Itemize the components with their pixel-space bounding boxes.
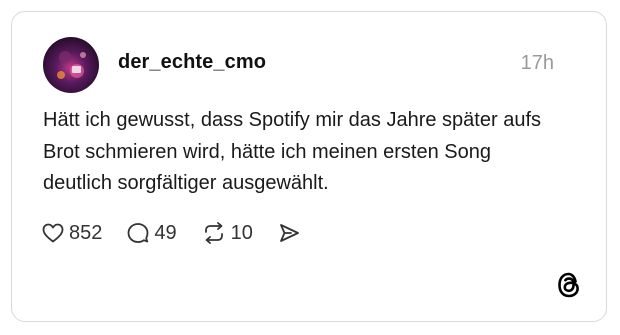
threads-logo-icon xyxy=(556,271,582,299)
avatar[interactable] xyxy=(43,37,99,93)
reply-count: 49 xyxy=(154,221,177,244)
repost-button[interactable]: 10 xyxy=(201,221,253,245)
send-icon xyxy=(279,224,299,242)
username[interactable]: der_echte_cmo xyxy=(118,51,266,74)
action-bar: 852 49 10 xyxy=(41,219,325,247)
like-count: 852 xyxy=(69,221,103,244)
reply-button[interactable]: 49 xyxy=(126,221,177,245)
like-button[interactable]: 852 xyxy=(41,221,102,245)
repost-icon xyxy=(204,222,223,244)
post-card: der_echte_cmo 17h Hätt ich gewusst, dass… xyxy=(11,11,607,322)
share-button[interactable] xyxy=(277,221,301,245)
avatar-image xyxy=(43,37,99,93)
speech-bubble-icon xyxy=(127,223,149,243)
repost-count: 10 xyxy=(230,221,253,244)
heart-icon xyxy=(42,223,64,243)
post-timestamp: 17h xyxy=(520,52,554,74)
post-text: Hätt ich gewusst, dass Spotify mir das J… xyxy=(43,109,541,194)
